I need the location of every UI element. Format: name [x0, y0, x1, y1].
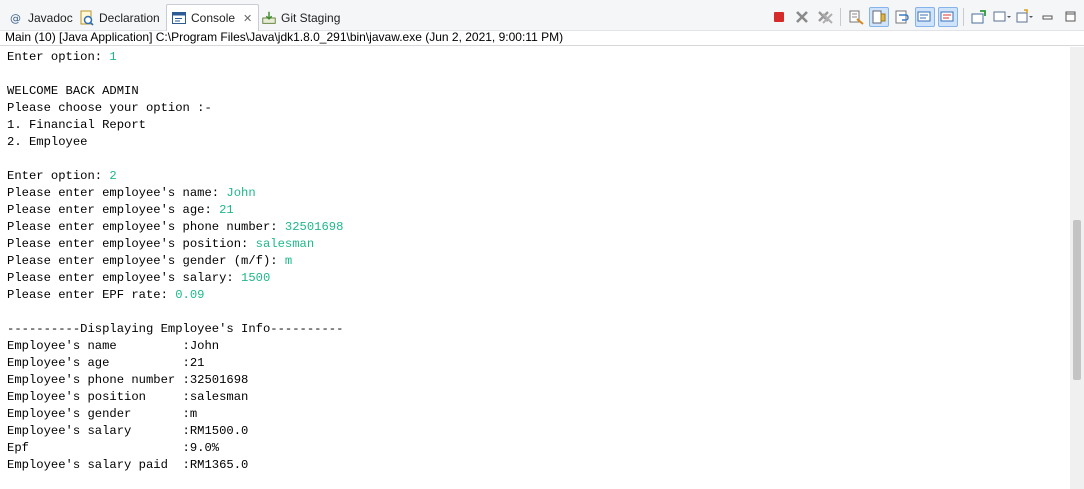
console-line: Please enter employee's age: 21	[7, 202, 343, 219]
console-output-text: ----------Displaying Employee's Info----…	[7, 322, 344, 336]
console-output-text: 1. Financial Report	[7, 118, 146, 132]
console-output-text: 2. Employee	[7, 135, 88, 149]
word-wrap-icon[interactable]	[892, 7, 912, 27]
console-line: ----------Displaying Employee's Info----…	[7, 321, 343, 338]
tab-label: Javadoc	[28, 10, 73, 25]
console-line: 1. Financial Report	[7, 117, 343, 134]
tab-label: Declaration	[99, 10, 160, 25]
console-output-text: Epf :9.0%	[7, 441, 220, 455]
console-output-text: Employee's name :John	[7, 339, 220, 353]
console-toolbar	[769, 7, 1084, 27]
display-selected-console-icon[interactable]	[992, 7, 1012, 27]
console-user-input: 32501698	[284, 220, 344, 234]
console-line: Enter option: 2	[7, 168, 343, 185]
console-output-text: Enter option:	[7, 169, 110, 183]
close-icon[interactable]: ✕	[243, 12, 252, 25]
console-user-input: 21	[219, 203, 234, 217]
show-on-stderr-icon[interactable]	[938, 7, 958, 27]
console-output-text: Employee's age :21	[7, 356, 205, 370]
console-description: Main (10) [Java Application] C:\Program …	[0, 30, 1084, 46]
console-line: Please choose your option :-	[7, 100, 343, 117]
toolbar-separator	[963, 8, 964, 26]
console-output[interactable]: Enter option: 1 WELCOME BACK ADMIN Please …	[0, 47, 1070, 489]
scrollbar-thumb[interactable]	[1073, 220, 1081, 380]
tab-label: Git Staging	[281, 10, 341, 25]
remove-all-terminated-icon[interactable]	[815, 7, 835, 27]
terminate-icon[interactable]	[769, 7, 789, 27]
console-user-input: 0.09	[175, 288, 205, 302]
console-output-text: Employee's gender :m	[7, 407, 198, 421]
git-staging-icon	[261, 10, 277, 26]
console-output-text: Please enter employee's phone number:	[7, 220, 285, 234]
declaration-icon	[79, 10, 95, 26]
console-text[interactable]: Enter option: 1 WELCOME BACK ADMIN Please …	[7, 49, 343, 474]
pin-console-icon[interactable]	[969, 7, 989, 27]
console-output-text: Please enter employee's age:	[7, 203, 220, 217]
console-output-text: Employee's position :salesman	[7, 390, 249, 404]
console-line: Employee's phone number :32501698	[7, 372, 343, 389]
console-line: Please enter employee's phone number: 32…	[7, 219, 343, 236]
console-output-text: Please enter employee's position:	[7, 237, 256, 251]
toolbar-separator	[840, 8, 841, 26]
tab-git-staging[interactable]: Git Staging	[261, 5, 340, 30]
console-user-input: 1500	[241, 271, 271, 285]
tab-declaration[interactable]: Declaration	[79, 5, 160, 30]
console-user-input: 2	[109, 169, 117, 183]
console-line: Employee's salary paid :RM1365.0	[7, 457, 343, 474]
scroll-lock-icon[interactable]	[869, 7, 889, 27]
console-line: WELCOME BACK ADMIN	[7, 83, 343, 100]
open-console-icon[interactable]	[1015, 7, 1035, 27]
console-output-text: Please enter employee's name:	[7, 186, 227, 200]
tab-javadoc[interactable]: @ Javadoc	[8, 5, 73, 30]
console-line: Epf :9.0%	[7, 440, 343, 457]
at-icon: @	[8, 10, 24, 26]
console-output-text: Please enter EPF rate:	[7, 288, 176, 302]
console-line: Please enter EPF rate: 0.09	[7, 287, 343, 304]
console-line: Employee's age :21	[7, 355, 343, 372]
console-output-text: Employee's phone number :32501698	[7, 373, 249, 387]
clear-console-icon[interactable]	[846, 7, 866, 27]
svg-text:@: @	[10, 12, 21, 25]
console-user-input: m	[284, 254, 293, 268]
console-line: 2. Employee	[7, 134, 343, 151]
console-line: Please enter employee's gender (m/f): m	[7, 253, 343, 270]
console-line: Please enter employee's salary: 1500	[7, 270, 343, 287]
console-icon	[171, 10, 187, 26]
console-output-text: Enter option:	[7, 50, 110, 64]
vertical-scrollbar[interactable]	[1070, 47, 1084, 489]
maximize-icon[interactable]	[1061, 7, 1081, 27]
console-output-text: Employee's salary paid :RM1365.0	[7, 458, 249, 472]
console-line: Employee's position :salesman	[7, 389, 343, 406]
view-tab-bar: @ Javadoc Declaration Console ✕ Git Stag…	[0, 0, 1084, 31]
minimize-icon[interactable]	[1038, 7, 1058, 27]
console-user-input: 1	[109, 50, 117, 64]
console-output-text: Please enter employee's salary:	[7, 271, 242, 285]
console-output-text: Please choose your option :-	[7, 101, 212, 115]
console-line: Employee's name :John	[7, 338, 343, 355]
console-line: Employee's gender :m	[7, 406, 343, 423]
tab-console[interactable]: Console ✕	[166, 4, 260, 31]
console-line: Enter option: 1	[7, 49, 343, 66]
show-on-stdout-icon[interactable]	[915, 7, 935, 27]
console-output-text: WELCOME BACK ADMIN	[7, 84, 139, 98]
console-output-text: Employee's salary :RM1500.0	[7, 424, 249, 438]
tab-label: Console	[191, 11, 236, 25]
console-line: Please enter employee's position: salesm…	[7, 236, 343, 253]
console-line: Please enter employee's name: John	[7, 185, 343, 202]
remove-launch-icon[interactable]	[792, 7, 812, 27]
console-user-input: salesman	[255, 237, 315, 251]
console-line: Employee's salary :RM1500.0	[7, 423, 343, 440]
console-user-input: John	[226, 186, 256, 200]
console-output-text: Please enter employee's gender (m/f):	[7, 254, 285, 268]
